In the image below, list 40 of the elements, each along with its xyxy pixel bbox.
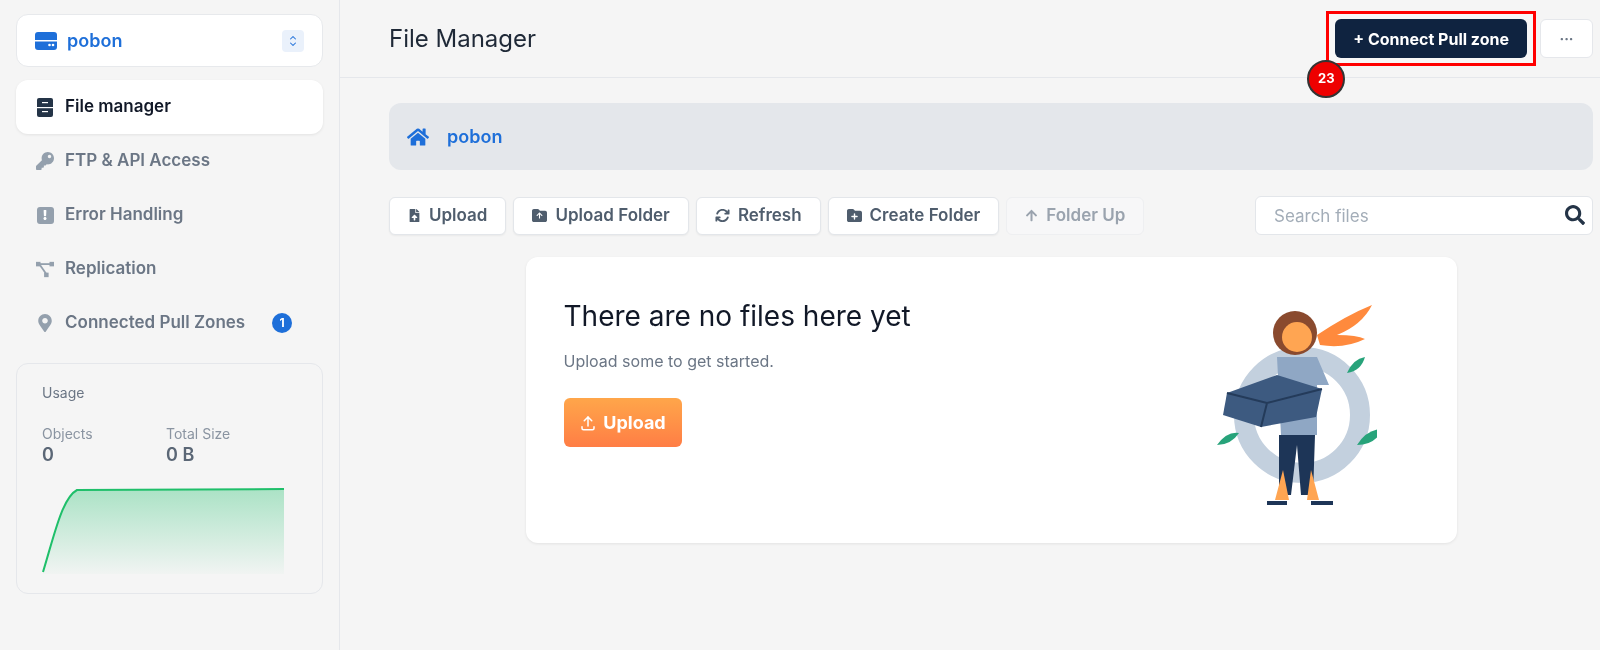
chevron-up-down-icon [282, 29, 304, 52]
sidebar-item[interactable]: FTP & API Access [16, 134, 323, 188]
file-cabinet-icon [37, 97, 53, 117]
count-badge: 1 [272, 313, 293, 333]
toolbar-button[interactable]: Upload [389, 196, 507, 235]
upload-icon [579, 413, 598, 432]
usage-title: Usage [42, 383, 86, 403]
empty-state-title: There are no files here yet [563, 298, 912, 335]
server-icon [35, 31, 57, 50]
refresh-icon [714, 208, 730, 223]
sidebar-item[interactable]: Connected Pull Zones 1 [16, 296, 323, 350]
connect-pull-zone-button[interactable]: + Connect Pull zone [1335, 19, 1527, 58]
toolbar-button[interactable]: Refresh [695, 196, 821, 235]
stat-label: Objects [42, 424, 94, 444]
stat-value: 0 B [166, 444, 196, 466]
sidebar-item[interactable]: Error Handling [16, 188, 323, 242]
home-icon[interactable] [407, 125, 429, 148]
search-field[interactable]: Search files [1255, 196, 1593, 235]
folder-upload-icon [532, 208, 548, 223]
folder-plus-icon [846, 208, 862, 223]
toolbar-button[interactable]: Upload Folder [513, 196, 689, 235]
zone-selector[interactable]: pobon [16, 14, 323, 67]
more-button[interactable]: ··· [1540, 19, 1593, 58]
sidebar-item[interactable]: Replication [16, 242, 323, 296]
nodes-icon [36, 260, 54, 278]
empty-state-subtitle: Upload some to get started. [563, 350, 775, 373]
breadcrumb-link[interactable]: pobon [447, 123, 503, 150]
toolbar-button[interactable]: Create Folder [827, 196, 1000, 235]
stat-label: Total Size [166, 424, 232, 444]
sidebar-item[interactable]: File manager [16, 80, 323, 134]
key-icon [36, 152, 54, 170]
page-title: File Manager [389, 22, 538, 55]
zone-name: pobon [67, 29, 124, 53]
exclamation-icon [36, 206, 54, 224]
file-upload-icon [408, 209, 421, 222]
map-pin-icon [36, 314, 54, 332]
search-icon[interactable] [1565, 205, 1585, 225]
stat-value: 0 [42, 444, 55, 466]
step-marker: 23 [1307, 60, 1346, 98]
arrow-up-icon [1025, 209, 1039, 222]
